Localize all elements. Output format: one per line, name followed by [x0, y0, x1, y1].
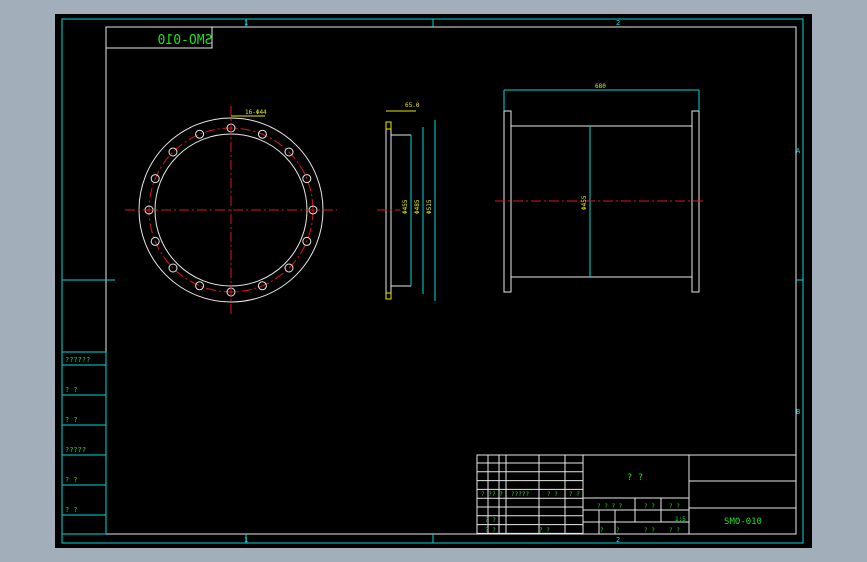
zone-label: A: [796, 147, 801, 155]
weld-top: [385, 121, 392, 130]
side-label: ? ?: [65, 506, 78, 514]
bolt-hole: [284, 263, 294, 273]
svg-text:?: ?: [616, 527, 620, 534]
svg-text:? ?: ? ?: [569, 491, 580, 498]
scale-value: 1:5: [675, 516, 686, 523]
side-label: ? ?: [65, 416, 78, 424]
svg-text:? ?: ? ?: [539, 527, 550, 534]
dim-thickness: 65.0: [405, 102, 420, 109]
dim-body-dia: Φ455: [581, 195, 588, 210]
flange-front-view: 16-Φ44: [125, 106, 337, 314]
dim-inner-dia: Φ455: [402, 199, 409, 214]
side-labels: ?????? ? ? ? ?????? ? ? ? ?: [62, 356, 106, 516]
svg-text:?????: ?????: [511, 491, 529, 498]
zone-label: 1: [244, 536, 248, 544]
zone-label: 1: [244, 19, 248, 27]
side-label: ?????: [65, 446, 86, 454]
dim-mid-dia: Φ485: [414, 199, 421, 214]
svg-text:? ?: ? ?: [485, 527, 496, 534]
svg-text:? ?: ? ?: [644, 503, 655, 510]
drawing-code: SMO-010: [724, 517, 762, 527]
svg-text:? ?: ? ?: [492, 491, 503, 498]
drawing-sheet: 1 2 1 2 A B SMO-010 ??????? ?? ??????? ?…: [61, 18, 804, 544]
bolt-hole: [168, 263, 178, 273]
svg-text:?: ?: [600, 527, 604, 534]
zone-label: 2: [616, 19, 620, 27]
svg-text:? ? ? ?: ? ? ? ?: [597, 503, 623, 510]
flange-side-view: 65.0 Φ455 Φ485 Φ515: [377, 102, 436, 301]
svg-text:? ?: ? ?: [481, 491, 492, 498]
svg-text:? ?: ? ?: [669, 503, 680, 510]
side-label: ? ?: [65, 386, 78, 394]
bolt-hole: [168, 147, 178, 157]
pipe-body-view: 680 Φ455: [495, 83, 705, 293]
cad-drawing-canvas[interactable]: 1 2 1 2 A B SMO-010 ??????? ?? ??????? ?…: [55, 14, 812, 548]
bolt-hole: [195, 129, 205, 139]
side-label: ? ?: [65, 476, 78, 484]
zone-label: B: [796, 408, 800, 416]
drawing-code-mirrored: SMO-010: [158, 33, 213, 48]
side-label: ??????: [65, 356, 90, 364]
svg-text:? ?: ? ?: [644, 527, 655, 534]
part-name: ? ?: [627, 473, 643, 483]
dim-bolt: 16-Φ44: [245, 109, 267, 116]
dim-length: 680: [595, 83, 606, 90]
svg-text:? ?: ? ?: [485, 517, 496, 524]
title-block: ? ? 1:5 SMO-010 ? ? ? ? ????? ? ? ? ? ? …: [476, 454, 797, 535]
svg-text:? ?: ? ?: [547, 491, 558, 498]
weld-bottom: [385, 292, 392, 300]
zone-label: 2: [616, 536, 620, 544]
dim-outer-dia: Φ515: [426, 199, 433, 214]
bolt-hole: [195, 281, 205, 291]
svg-text:? ?: ? ?: [669, 527, 680, 534]
